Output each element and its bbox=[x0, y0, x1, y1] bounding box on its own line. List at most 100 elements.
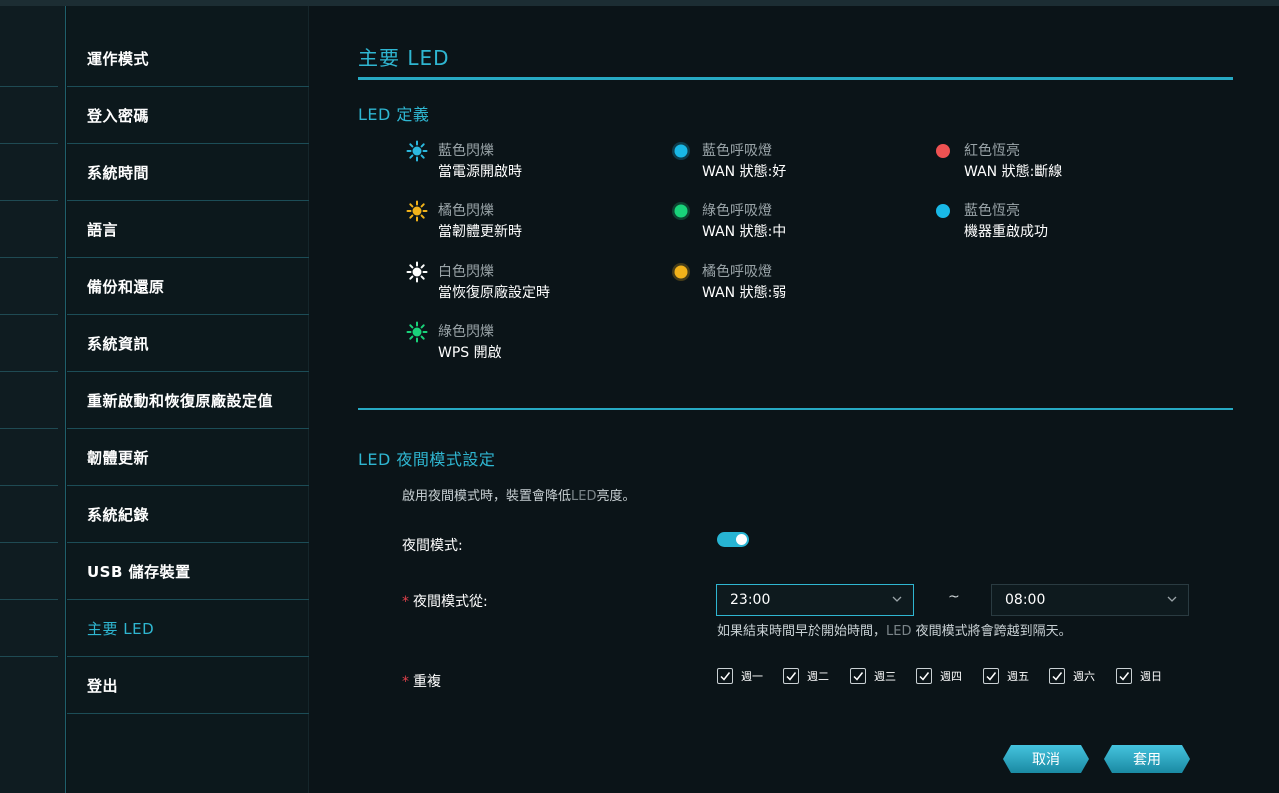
strip-divider bbox=[0, 542, 58, 543]
title-divider bbox=[358, 77, 1233, 80]
breathing-dot-icon bbox=[672, 263, 690, 281]
checkbox-label: 週二 bbox=[807, 670, 829, 683]
led-desc: WAN 狀態:中 bbox=[702, 224, 787, 240]
sidebar-item-reboot-reset[interactable]: 重新啟動和恢復原廠設定值 bbox=[67, 372, 309, 429]
sidebar-item-system-info[interactable]: 系統資訊 bbox=[67, 315, 309, 372]
sidebar-item-operation-mode[interactable]: 運作模式 bbox=[67, 30, 309, 87]
blinking-sun-icon bbox=[406, 261, 428, 283]
check-icon bbox=[786, 672, 797, 681]
strip-divider bbox=[0, 200, 58, 201]
hint-text-suffix: 亮度。 bbox=[596, 489, 636, 504]
time-range-separator: ~ bbox=[948, 589, 960, 605]
end-time-value: 08:00 bbox=[1005, 592, 1046, 608]
checkbox-friday[interactable]: 週五 bbox=[983, 667, 1029, 685]
checkbox-box bbox=[983, 668, 999, 684]
led-desc: 當電源開啟時 bbox=[438, 164, 522, 180]
check-icon bbox=[720, 672, 731, 681]
sidebar: 運作模式 登入密碼 系統時間 語言 備份和還原 系統資訊 重新啟動和恢復原廠設定… bbox=[67, 6, 309, 793]
sidebar-item-backup-restore[interactable]: 備份和還原 bbox=[67, 258, 309, 315]
led-name: 紅色恆亮 bbox=[964, 143, 1020, 159]
led-name: 綠色呼吸燈 bbox=[702, 203, 772, 219]
from-label-text: 夜間模式從: bbox=[413, 594, 488, 610]
sidebar-item-usb-storage[interactable]: USB 儲存裝置 bbox=[67, 543, 309, 600]
time-range-note: 如果結束時間早於開始時間，LED 夜間模式將會跨越到隔天。 bbox=[717, 620, 1072, 639]
solid-dot-icon bbox=[936, 204, 950, 218]
night-mode-label: 夜間模式: bbox=[402, 538, 463, 554]
checkbox-label: 週四 bbox=[940, 670, 962, 683]
left-strip bbox=[0, 6, 66, 793]
sidebar-item-firmware-update[interactable]: 韌體更新 bbox=[67, 429, 309, 486]
breathing-dot-icon bbox=[672, 202, 690, 220]
checkbox-sunday[interactable]: 週日 bbox=[1116, 667, 1162, 685]
night-mode-title: LED 夜間模式設定 bbox=[358, 450, 496, 469]
led-desc: WAN 狀態:弱 bbox=[702, 285, 787, 301]
section-divider bbox=[358, 408, 1233, 410]
cancel-button[interactable]: 取消 bbox=[1003, 745, 1089, 773]
led-desc: WAN 狀態:斷線 bbox=[964, 164, 1063, 180]
checkbox-label: 週三 bbox=[874, 670, 896, 683]
strip-divider bbox=[0, 143, 58, 144]
repeat-label-text: 重複 bbox=[413, 674, 441, 690]
strip-divider bbox=[0, 485, 58, 486]
led-desc: 機器重啟成功 bbox=[964, 224, 1048, 240]
checkbox-wednesday[interactable]: 週三 bbox=[850, 667, 896, 685]
main-content: 主要 LED LED 定義 藍色閃爍 當電源開啟時 橘色閃爍 當韌體更新時 白色… bbox=[310, 6, 1279, 793]
check-icon bbox=[1052, 672, 1063, 681]
sidebar-item-system-time[interactable]: 系統時間 bbox=[67, 144, 309, 201]
night-mode-toggle[interactable] bbox=[717, 532, 749, 547]
check-icon bbox=[853, 672, 864, 681]
night-mode-hint: 啟用夜間模式時，裝置會降低LED亮度。 bbox=[402, 485, 636, 504]
checkbox-thursday[interactable]: 週四 bbox=[916, 667, 962, 685]
checkbox-saturday[interactable]: 週六 bbox=[1049, 667, 1095, 685]
sidebar-item-login-password[interactable]: 登入密碼 bbox=[67, 87, 309, 144]
start-time-select[interactable]: 23:00 bbox=[716, 584, 914, 616]
led-desc: 當韌體更新時 bbox=[438, 224, 522, 240]
required-asterisk: * bbox=[402, 674, 409, 690]
repeat-label: * 重複 bbox=[402, 671, 441, 691]
checkbox-box bbox=[1116, 668, 1132, 684]
apply-button-label: 套用 bbox=[1133, 752, 1161, 768]
led-definition-title: LED 定義 bbox=[358, 105, 430, 124]
strip-divider bbox=[0, 314, 58, 315]
strip-divider bbox=[0, 428, 58, 429]
hint-text: 啟用夜間模式時，裝置會降低 bbox=[402, 489, 572, 504]
apply-button[interactable]: 套用 bbox=[1104, 745, 1190, 773]
check-icon bbox=[986, 672, 997, 681]
checkbox-monday[interactable]: 週一 bbox=[717, 667, 763, 685]
checkbox-label: 週一 bbox=[741, 670, 763, 683]
sidebar-item-logout[interactable]: 登出 bbox=[67, 657, 309, 714]
solid-dot-icon bbox=[936, 144, 950, 158]
end-time-select[interactable]: 08:00 bbox=[991, 584, 1189, 616]
checkbox-label: 週五 bbox=[1007, 670, 1029, 683]
strip-divider bbox=[0, 86, 58, 87]
checkbox-box bbox=[717, 668, 733, 684]
led-name: 綠色閃爍 bbox=[438, 324, 494, 340]
checkbox-label: 週六 bbox=[1073, 670, 1095, 683]
toggle-knob bbox=[736, 534, 747, 545]
sidebar-item-main-led[interactable]: 主要 LED bbox=[67, 600, 309, 657]
sidebar-item-system-log[interactable]: 系統紀錄 bbox=[67, 486, 309, 543]
led-desc: 當恢復原廠設定時 bbox=[438, 285, 550, 301]
led-name: 橘色閃爍 bbox=[438, 203, 494, 219]
blinking-sun-icon bbox=[406, 200, 428, 222]
led-desc: WAN 狀態:好 bbox=[702, 164, 787, 180]
checkbox-tuesday[interactable]: 週二 bbox=[783, 667, 829, 685]
checkbox-box bbox=[916, 668, 932, 684]
check-icon bbox=[919, 672, 930, 681]
led-name: 藍色恆亮 bbox=[964, 203, 1020, 219]
sidebar-item-language[interactable]: 語言 bbox=[67, 201, 309, 258]
checkbox-box bbox=[783, 668, 799, 684]
breathing-dot-icon bbox=[672, 142, 690, 160]
night-mode-from-label: * 夜間模式從: bbox=[402, 591, 488, 611]
note-led-text: LED bbox=[886, 624, 912, 639]
chevron-down-icon bbox=[1167, 596, 1177, 602]
led-name: 藍色呼吸燈 bbox=[702, 143, 772, 159]
start-time-value: 23:00 bbox=[730, 592, 771, 608]
led-name: 藍色閃爍 bbox=[438, 143, 494, 159]
strip-divider bbox=[0, 656, 58, 657]
led-name: 橘色呼吸燈 bbox=[702, 264, 772, 280]
required-asterisk: * bbox=[402, 594, 409, 610]
cancel-button-label: 取消 bbox=[1032, 752, 1060, 768]
checkbox-box bbox=[850, 668, 866, 684]
note-text: 如果結束時間早於開始時間， bbox=[717, 624, 887, 639]
